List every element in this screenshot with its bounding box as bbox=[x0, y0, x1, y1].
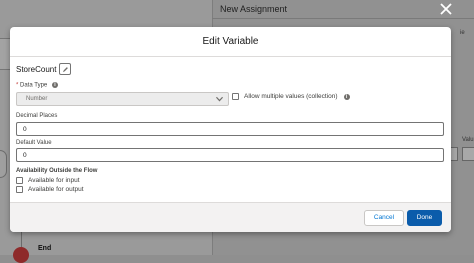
panel-header-divider bbox=[212, 18, 474, 19]
cancel-button[interactable]: Cancel bbox=[364, 210, 404, 226]
data-type-value: Number bbox=[26, 96, 48, 102]
available-output-label: Available for output bbox=[28, 186, 84, 193]
pencil-icon bbox=[63, 66, 68, 72]
available-input-label: Available for input bbox=[28, 177, 80, 184]
info-icon[interactable]: i bbox=[343, 93, 350, 100]
modal-header: Edit Variable bbox=[10, 27, 451, 57]
partial-label-value: Valu bbox=[462, 137, 474, 143]
connector-line bbox=[21, 232, 22, 247]
info-icon[interactable]: i bbox=[51, 82, 58, 88]
edit-name-button[interactable] bbox=[59, 63, 72, 75]
end-node-icon bbox=[13, 247, 29, 263]
panel-title: New Assignment bbox=[220, 4, 288, 14]
available-output-row: Available for output bbox=[16, 186, 84, 193]
partial-field bbox=[462, 147, 474, 161]
modal-title: Edit Variable bbox=[202, 36, 259, 47]
data-type-label: * Data Type i bbox=[16, 82, 58, 89]
multiple-values-checkbox[interactable] bbox=[232, 93, 239, 100]
decimal-places-label: Decimal Places bbox=[16, 113, 58, 119]
available-output-checkbox[interactable] bbox=[16, 186, 23, 193]
chevron-down-icon bbox=[215, 96, 224, 104]
available-input-checkbox[interactable] bbox=[16, 177, 23, 184]
variable-name-row: StoreCount bbox=[16, 63, 72, 75]
edit-variable-modal: Edit Variable StoreCount * Data Type i N… bbox=[10, 27, 451, 232]
modal-footer: Cancel Done bbox=[10, 202, 451, 232]
partial-label: ie bbox=[460, 30, 465, 36]
default-value-input[interactable]: 0 bbox=[16, 148, 444, 162]
variable-name: StoreCount bbox=[16, 64, 57, 74]
done-button[interactable]: Done bbox=[407, 210, 442, 226]
multiple-values-row: Allow multiple values (collection) i bbox=[232, 93, 350, 100]
flow-node-edge bbox=[0, 150, 7, 178]
available-input-row: Available for input bbox=[16, 177, 80, 184]
default-value-label: Default Value bbox=[16, 140, 52, 146]
availability-title: Availability Outside the Flow bbox=[16, 168, 98, 174]
multiple-values-label: Allow multiple values (collection) bbox=[244, 93, 338, 100]
data-type-select[interactable]: Number bbox=[16, 92, 229, 106]
decimal-places-input[interactable]: 0 bbox=[16, 122, 444, 136]
end-node-label: End bbox=[38, 245, 52, 252]
